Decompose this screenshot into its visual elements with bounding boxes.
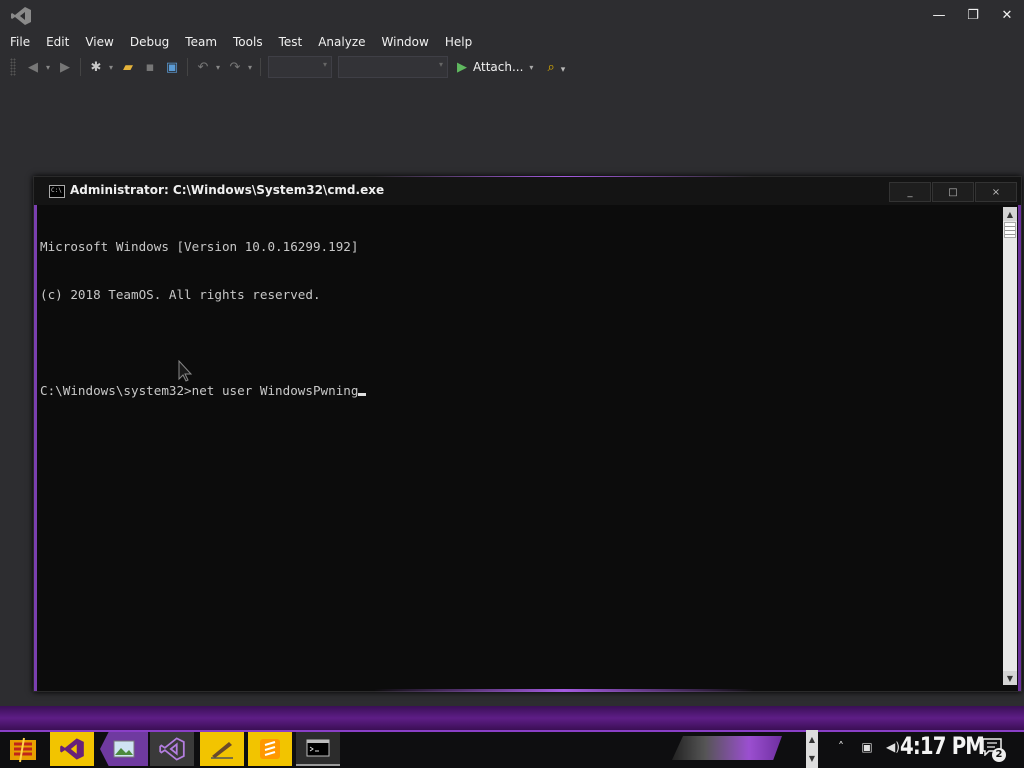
save-all-icon[interactable]: ▣ [163, 58, 181, 76]
attach-label: Attach... [473, 60, 524, 74]
toolbar-grip[interactable] [10, 58, 16, 76]
scroll-up-icon[interactable]: ▲ [806, 730, 818, 749]
solution-platform-combo[interactable]: ▾ [338, 56, 448, 78]
save-icon[interactable]: ▪ [141, 58, 159, 76]
menu-bar: File Edit View Debug Team Tools Test Ana… [0, 32, 480, 52]
toolbar-separator [187, 58, 188, 76]
menu-file[interactable]: File [0, 32, 38, 52]
console-output[interactable]: Microsoft Windows [Version 10.0.16299.19… [40, 207, 1000, 685]
action-center-button[interactable]: 2 [982, 738, 1008, 762]
mouse-cursor-icon [178, 360, 193, 382]
vs-titlebar: — ❐ ✕ [0, 0, 1024, 32]
navigate-forward-icon[interactable]: ▶ [56, 58, 74, 76]
photo-viewer-icon [113, 740, 135, 758]
visual-studio-installer-icon [159, 737, 185, 761]
taskbar: ▲ ▼ ˄ ▣ ◀) 4:17 PM 2 [0, 730, 1024, 768]
scrollbar-thumb[interactable] [1004, 222, 1016, 238]
console-command: C:\Windows\system32>net user WindowsPwni… [40, 383, 359, 398]
pen-sketch-icon [211, 742, 233, 759]
toolbar-separator [80, 58, 81, 76]
scroll-down-icon[interactable]: ▼ [1003, 671, 1017, 685]
taskbar-visual-studio-installer-icon[interactable] [150, 732, 194, 766]
console-line: Microsoft Windows [Version 10.0.16299.19… [40, 239, 359, 254]
taskbar-visual-studio-icon[interactable] [50, 732, 94, 766]
clock[interactable]: 4:17 PM [900, 732, 985, 760]
cmd-minimize-button[interactable]: _ [889, 182, 931, 202]
menu-team[interactable]: Team [177, 32, 225, 52]
menu-debug[interactable]: Debug [122, 32, 177, 52]
cmd-close-button[interactable]: × [975, 182, 1017, 202]
console-line: (c) 2018 TeamOS. All rights reserved. [40, 287, 321, 302]
cmd-icon: C:\ [49, 185, 65, 198]
navigate-back-icon[interactable]: ◀ [24, 58, 42, 76]
command-prompt-icon [306, 739, 330, 757]
chevron-down-icon: ▾ [438, 60, 443, 69]
chevron-down-icon: ▾ [322, 60, 327, 69]
text-caret [358, 393, 367, 396]
toolbar-separator [260, 58, 261, 76]
system-tray: ˄ ▣ ◀) [828, 740, 906, 754]
visual-studio-logo-icon[interactable] [10, 6, 32, 26]
scroll-up-icon[interactable]: ▲ [1003, 207, 1017, 221]
taskbar-decoration [672, 736, 782, 760]
network-icon[interactable]: ▣ [858, 740, 876, 754]
cmd-window-controls: _ □ × [888, 182, 1017, 202]
taskbar-command-prompt-icon[interactable] [296, 732, 340, 766]
menu-window[interactable]: Window [374, 32, 437, 52]
vertical-scrollbar[interactable]: ▲ ▼ [1003, 207, 1017, 685]
taskbar-photo-viewer-icon[interactable] [100, 732, 148, 766]
redo-dropdown-icon[interactable]: ▾ [246, 63, 254, 72]
window-glow-bottom [374, 689, 754, 692]
restore-button[interactable]: ❐ [956, 0, 990, 30]
standard-toolbar: ◀ ▾ ▶ ✱ ▾ ▰ ▪ ▣ ↶ ▾ ↷ ▾ ▾ ▾ ▶ Attach... … [0, 54, 1024, 80]
cmd-titlebar[interactable]: C:\ Administrator: C:\Windows\System32\c… [34, 177, 1021, 205]
new-project-icon[interactable]: ✱ [87, 58, 105, 76]
cmd-window-title: Administrator: C:\Windows\System32\cmd.e… [70, 183, 385, 197]
menu-view[interactable]: View [77, 32, 121, 52]
cmd-maximize-button[interactable]: □ [932, 182, 974, 202]
notification-count-badge: 2 [992, 748, 1006, 762]
toolbar-options-icon[interactable]: ▾ [561, 65, 566, 75]
solution-configuration-combo[interactable]: ▾ [268, 56, 332, 78]
close-button[interactable]: ✕ [990, 0, 1024, 30]
minimize-button[interactable]: — [922, 0, 956, 30]
chevron-up-icon[interactable]: ˄ [832, 740, 850, 754]
attach-button[interactable]: ▶ Attach... ▾ [457, 60, 533, 75]
open-file-icon[interactable]: ▰ [119, 58, 137, 76]
find-in-files-icon[interactable]: ⌕ [547, 60, 554, 75]
menu-test[interactable]: Test [271, 32, 311, 52]
visual-studio-icon [60, 738, 84, 760]
menu-edit[interactable]: Edit [38, 32, 77, 52]
console-prompt-line: C:\Windows\system32>net user WindowsPwni… [40, 383, 1000, 399]
taskbar-sublime-text-icon[interactable] [248, 732, 292, 766]
navigate-back-dropdown-icon[interactable]: ▾ [44, 63, 52, 72]
window-controls: — ❐ ✕ [922, 0, 1024, 30]
desktop-accent-band [0, 706, 1024, 730]
redo-icon[interactable]: ↷ [226, 58, 244, 76]
taskbar-sketch-editor-icon[interactable] [200, 732, 244, 766]
undo-dropdown-icon[interactable]: ▾ [214, 63, 222, 72]
start-menu-icon[interactable] [8, 736, 38, 764]
cmd-window: C:\ Administrator: C:\Windows\System32\c… [33, 176, 1022, 692]
play-icon: ▶ [457, 59, 467, 75]
sublime-text-icon [260, 739, 280, 759]
menu-analyze[interactable]: Analyze [310, 32, 373, 52]
menu-help[interactable]: Help [437, 32, 480, 52]
chevron-down-icon[interactable]: ▾ [529, 63, 533, 72]
menu-tools[interactable]: Tools [225, 32, 271, 52]
new-project-dropdown-icon[interactable]: ▾ [107, 63, 115, 72]
undo-icon[interactable]: ↶ [194, 58, 212, 76]
taskbar-scroller[interactable]: ▲ ▼ [806, 730, 818, 768]
scroll-down-icon[interactable]: ▼ [806, 749, 818, 768]
